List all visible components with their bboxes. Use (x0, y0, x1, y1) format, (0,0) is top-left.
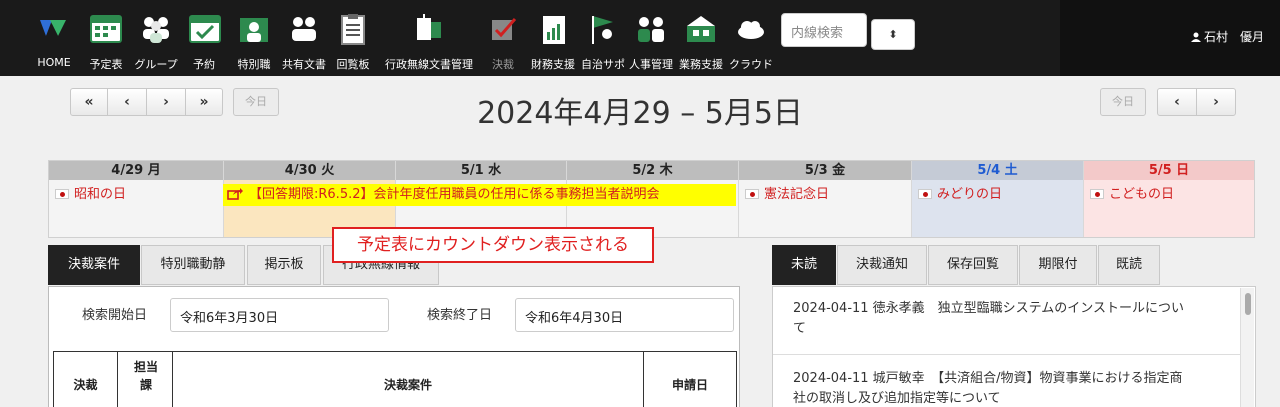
business-support-icon (687, 16, 715, 42)
day-column[interactable]: 5/5 日 こどもの日 (1084, 161, 1254, 237)
special-staff-icon (240, 18, 268, 42)
reservation-icon (189, 15, 221, 43)
column-header-approval[interactable]: 決裁 (53, 352, 117, 407)
nav-radio-doc-mgmt[interactable]: 行政無線文書管理 (380, 8, 478, 72)
column-header-date[interactable]: 申請日 (643, 352, 737, 407)
share-arrow-icon (227, 188, 243, 200)
holiday-label: こどもの日 (1084, 180, 1254, 202)
tab-unread[interactable]: 未読 (772, 245, 836, 285)
home-logo-icon (40, 20, 66, 36)
column-header-case[interactable]: 決裁案件 (172, 352, 643, 407)
nav-schedule[interactable]: 予定表 (86, 8, 126, 72)
nav-cloud[interactable]: クラウド (727, 8, 775, 72)
day-header: 5/4 土 (912, 161, 1083, 180)
list-item[interactable]: 2024-04-11 城戸敏幸 【共済組合/物資】物資事業における指定商 社の取… (773, 369, 1241, 407)
hr-icon (638, 17, 664, 42)
japan-flag-icon (55, 189, 69, 199)
tab-approval-cases[interactable]: 決裁案件 (48, 245, 140, 285)
nav-finance[interactable]: 財務支援 (528, 8, 578, 72)
extension-search-input[interactable]: 内線検索 (781, 13, 867, 47)
notification-panel: 2024-04-11 徳永孝義 独立型臨職システムのインストールについ て 20… (772, 286, 1256, 407)
nav-circulation[interactable]: 回覧板 (333, 8, 373, 72)
column-header-department[interactable]: 担当課 (117, 352, 172, 407)
cloud-icon (738, 21, 764, 39)
tab-with-deadline[interactable]: 期限付 (1019, 245, 1097, 285)
radio-doc-icon (417, 14, 441, 40)
nav-approval[interactable]: 決裁 (486, 8, 520, 72)
annotation-callout: 予定表にカウントダウン表示される (332, 227, 654, 263)
tab-saved-circulation[interactable]: 保存回覧 (928, 245, 1018, 285)
day-header: 5/1 水 (396, 161, 566, 180)
tab-bulletin-board[interactable]: 掲示板 (247, 245, 321, 285)
japan-flag-icon (745, 189, 759, 199)
user-name: 石村 優月 (1203, 30, 1264, 44)
holiday-label: みどりの日 (912, 180, 1083, 202)
nav-home[interactable]: HOME (34, 8, 74, 72)
nav-shared-docs[interactable]: 共有文書 (280, 8, 328, 72)
tab-special-staff-movement[interactable]: 特別職動静 (141, 245, 245, 285)
calendar-icon (90, 15, 122, 43)
holiday-label: 憲法記念日 (739, 180, 911, 202)
top-navigation-bar: HOME 予定表 グループ 予約 特別職 共有文書 回覧板 行政無線文書管理 決… (0, 0, 1280, 76)
prev-button-right[interactable]: ‹ (1157, 88, 1197, 116)
next-button-right[interactable]: › (1196, 88, 1236, 116)
tab-read[interactable]: 既読 (1098, 245, 1160, 285)
today-button-right[interactable]: 今日 (1100, 88, 1146, 116)
day-header: 5/5 日 (1084, 161, 1254, 180)
user-icon (1190, 32, 1201, 42)
scrollbar-thumb[interactable] (1245, 293, 1251, 315)
search-start-label: 検索開始日 (82, 308, 148, 323)
holiday-label: 昭和の日 (49, 180, 223, 202)
finance-icon (543, 16, 565, 44)
search-start-date-input[interactable]: 令和6年3月30日 (170, 298, 389, 332)
self-govern-icon (592, 16, 613, 44)
day-header: 4/29 月 (49, 161, 223, 180)
nav-group[interactable]: グループ (131, 8, 181, 72)
japan-flag-icon (918, 189, 932, 199)
nav-business-support[interactable]: 業務支援 (676, 8, 726, 72)
day-column[interactable]: 5/3 金 憲法記念日 (739, 161, 912, 237)
select-arrows-icon: ⬍ (888, 28, 898, 41)
nav-self-govern-support[interactable]: 自治サポ (579, 8, 627, 72)
japan-flag-icon (1090, 189, 1104, 199)
nav-reservation[interactable]: 予約 (187, 8, 221, 72)
clipboard-icon (341, 14, 365, 45)
calendar-title: 2024年4月29 – 5月5日 (477, 96, 803, 131)
approval-icon (492, 18, 517, 40)
extension-search-select[interactable]: ⬍ (871, 19, 915, 50)
tab-approval-notice[interactable]: 決裁通知 (837, 245, 927, 285)
notification-scrollbar[interactable] (1240, 288, 1254, 407)
shared-docs-icon (292, 17, 316, 41)
list-item[interactable]: 2024-04-11 徳永孝義 独立型臨職システムのインストールについ て (773, 299, 1241, 355)
approval-table-header: 決裁 担当課 決裁案件 申請日 (53, 351, 737, 407)
group-icon (143, 17, 169, 43)
nav-special-staff[interactable]: 特別職 (234, 8, 274, 72)
search-end-date-input[interactable]: 令和6年4月30日 (515, 298, 734, 332)
nav-hr[interactable]: 人事管理 (627, 8, 675, 72)
user-menu[interactable]: 石村 優月 (1190, 28, 1264, 45)
day-header: 4/30 火 (224, 161, 395, 180)
day-header: 5/3 金 (739, 161, 911, 180)
day-column[interactable]: 4/29 月 昭和の日 (49, 161, 224, 237)
day-column[interactable]: 5/4 土 みどりの日 (912, 161, 1084, 237)
search-end-label: 検索終了日 (427, 308, 493, 323)
calendar-event[interactable]: 【回答期限:R6.5.2】会計年度任用職員の任用に係る事務担当者説明会 (223, 184, 736, 206)
day-header: 5/2 木 (567, 161, 738, 180)
